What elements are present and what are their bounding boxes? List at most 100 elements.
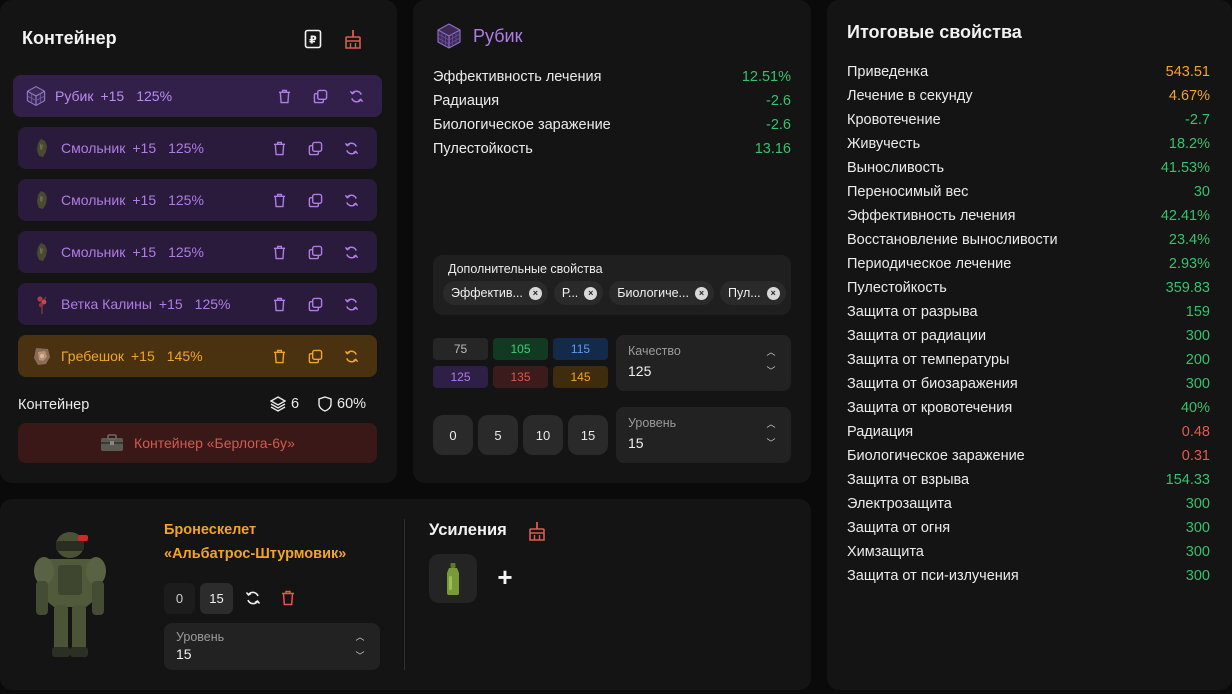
trash-icon[interactable] xyxy=(277,587,299,609)
level-preset-button[interactable]: 15 xyxy=(568,415,608,455)
total-property-value: 154.33 xyxy=(1165,472,1210,488)
trash-icon[interactable] xyxy=(261,297,297,312)
artifact-row[interactable]: Ветка Калины +15 125% xyxy=(18,283,377,325)
totals-title: Итоговые свойства xyxy=(847,22,1022,42)
chevron-up-icon[interactable]: ︿ xyxy=(766,417,775,430)
trash-icon[interactable] xyxy=(261,193,297,208)
total-property-row: Защита от биозаражения 300 xyxy=(847,376,1210,392)
chevron-down-icon[interactable]: ﹀ xyxy=(355,649,364,662)
armor-name-line2: «Альбатрос-Штурмовик» xyxy=(164,546,347,562)
price-tag-icon[interactable]: ₽ xyxy=(302,28,324,50)
armor-panel: Бронескелет «Альбатрос-Штурмовик» 0 15 У… xyxy=(0,499,811,690)
close-icon[interactable]: × xyxy=(694,286,708,300)
broom-icon[interactable] xyxy=(342,28,364,50)
property-chip[interactable]: Биологиче... × xyxy=(609,281,714,305)
chevron-down-icon[interactable]: ﹀ xyxy=(766,364,775,377)
close-icon[interactable]: × xyxy=(766,286,780,300)
quality-option[interactable]: 115 xyxy=(553,338,608,360)
copy-icon[interactable] xyxy=(297,297,333,312)
total-property-row: Живучесть 18.2% xyxy=(847,136,1210,152)
chip-label: Пул... xyxy=(727,286,761,300)
quality-select[interactable]: Качество 125 ︿ ﹀ xyxy=(616,335,791,391)
copy-icon[interactable] xyxy=(297,245,333,260)
armor-level-min-button[interactable]: 0 xyxy=(164,583,195,614)
artifact-stat-row: Радиация -2.6 xyxy=(433,93,791,109)
swap-icon[interactable] xyxy=(333,193,369,208)
total-property-label: Защита от разрыва xyxy=(847,304,978,320)
total-property-value: 23.4% xyxy=(1168,232,1210,248)
swap-icon[interactable] xyxy=(338,89,374,104)
extra-properties-box: Дополнительные свойства Эффектив... × Р...… xyxy=(433,255,791,315)
quality-option[interactable]: 135 xyxy=(493,366,548,388)
property-chip[interactable]: Эффектив... × xyxy=(443,281,548,305)
copy-icon[interactable] xyxy=(297,193,333,208)
total-property-value: 4.67% xyxy=(1168,88,1210,104)
armor-level-label: Уровень xyxy=(176,630,225,644)
viburnum-branch-icon xyxy=(31,293,53,315)
broom-icon[interactable] xyxy=(526,520,548,542)
total-property-value: 300 xyxy=(1185,328,1210,344)
add-boost-button[interactable]: + xyxy=(494,562,516,592)
trash-icon[interactable] xyxy=(261,349,297,364)
armor-level-max-button[interactable]: 15 xyxy=(200,583,233,614)
total-property-label: Пулестойкость xyxy=(847,280,947,296)
total-property-value: -2.7 xyxy=(1185,112,1210,128)
container-title: Контейнер xyxy=(22,28,117,48)
artifact-row[interactable]: Смольник +15 125% xyxy=(18,179,377,221)
copy-icon[interactable] xyxy=(297,349,333,364)
boost-slot[interactable] xyxy=(429,554,477,603)
total-property-label: Восстановление выносливости xyxy=(847,232,1058,248)
quality-option[interactable]: 105 xyxy=(493,338,548,360)
artifact-row[interactable]: Рубик +15 125% xyxy=(13,75,382,117)
stat-value: -2.6 xyxy=(766,93,791,109)
total-property-row: Защита от температуры 200 xyxy=(847,352,1210,368)
property-chip[interactable]: Пул... × xyxy=(719,281,786,305)
swap-icon[interactable] xyxy=(242,587,264,609)
level-preset-button[interactable]: 5 xyxy=(478,415,518,455)
level-preset-button[interactable]: 0 xyxy=(433,415,473,455)
vertical-divider xyxy=(404,519,405,670)
total-property-value: 2.93% xyxy=(1168,256,1210,272)
armor-level-value: 15 xyxy=(176,646,192,662)
copy-icon[interactable] xyxy=(302,89,338,104)
artifact-row[interactable]: Гребешок +15 145% xyxy=(18,335,377,377)
chevron-down-icon[interactable]: ﹀ xyxy=(766,436,775,449)
total-property-label: Живучесть xyxy=(847,136,921,152)
total-property-label: Радиация xyxy=(847,424,914,440)
artifact-row-name: Ветка Калины xyxy=(61,296,152,312)
comb-artifact-icon xyxy=(31,345,53,367)
close-icon[interactable]: × xyxy=(528,286,542,300)
total-property-value: 18.2% xyxy=(1168,136,1210,152)
swap-icon[interactable] xyxy=(333,349,369,364)
level-select[interactable]: Уровень 15 ︿ ﹀ xyxy=(616,407,791,463)
total-property-value: 40% xyxy=(1180,400,1210,416)
armor-level-select[interactable]: Уровень 15 ︿ ﹀ xyxy=(164,623,380,670)
resin-lump-icon xyxy=(31,137,53,159)
slots-indicator: 6 xyxy=(270,396,299,412)
trash-icon[interactable] xyxy=(261,245,297,260)
total-properties-panel: Итоговые свойства Приведенка 543.51 Лечени… xyxy=(827,0,1232,690)
total-property-value: 0.31 xyxy=(1181,448,1210,464)
trash-icon[interactable] xyxy=(266,89,302,104)
swap-icon[interactable] xyxy=(333,297,369,312)
container-name: Контейнер «Берлога-6у» xyxy=(134,435,295,451)
container-name-button[interactable]: Контейнер «Берлога-6у» xyxy=(18,423,377,463)
property-chip[interactable]: Р... × xyxy=(553,281,604,305)
chevron-up-icon[interactable]: ︿ xyxy=(766,345,775,358)
swap-icon[interactable] xyxy=(333,245,369,260)
level-preset-button[interactable]: 10 xyxy=(523,415,563,455)
close-icon[interactable]: × xyxy=(584,286,598,300)
artifact-row-quality: 125% xyxy=(168,244,204,260)
swap-icon[interactable] xyxy=(333,141,369,156)
artifact-row[interactable]: Смольник +15 125% xyxy=(18,231,377,273)
chevron-up-icon[interactable]: ︿ xyxy=(355,630,364,643)
total-property-row: Эффективность лечения 42.41% xyxy=(847,208,1210,224)
quality-option[interactable]: 125 xyxy=(433,366,488,388)
total-property-value: 30 xyxy=(1193,184,1210,200)
quality-option[interactable]: 75 xyxy=(433,338,488,360)
copy-icon[interactable] xyxy=(297,141,333,156)
quality-option[interactable]: 145 xyxy=(553,366,608,388)
artifact-row[interactable]: Смольник +15 125% xyxy=(18,127,377,169)
total-property-row: Защита от радиации 300 xyxy=(847,328,1210,344)
trash-icon[interactable] xyxy=(261,141,297,156)
